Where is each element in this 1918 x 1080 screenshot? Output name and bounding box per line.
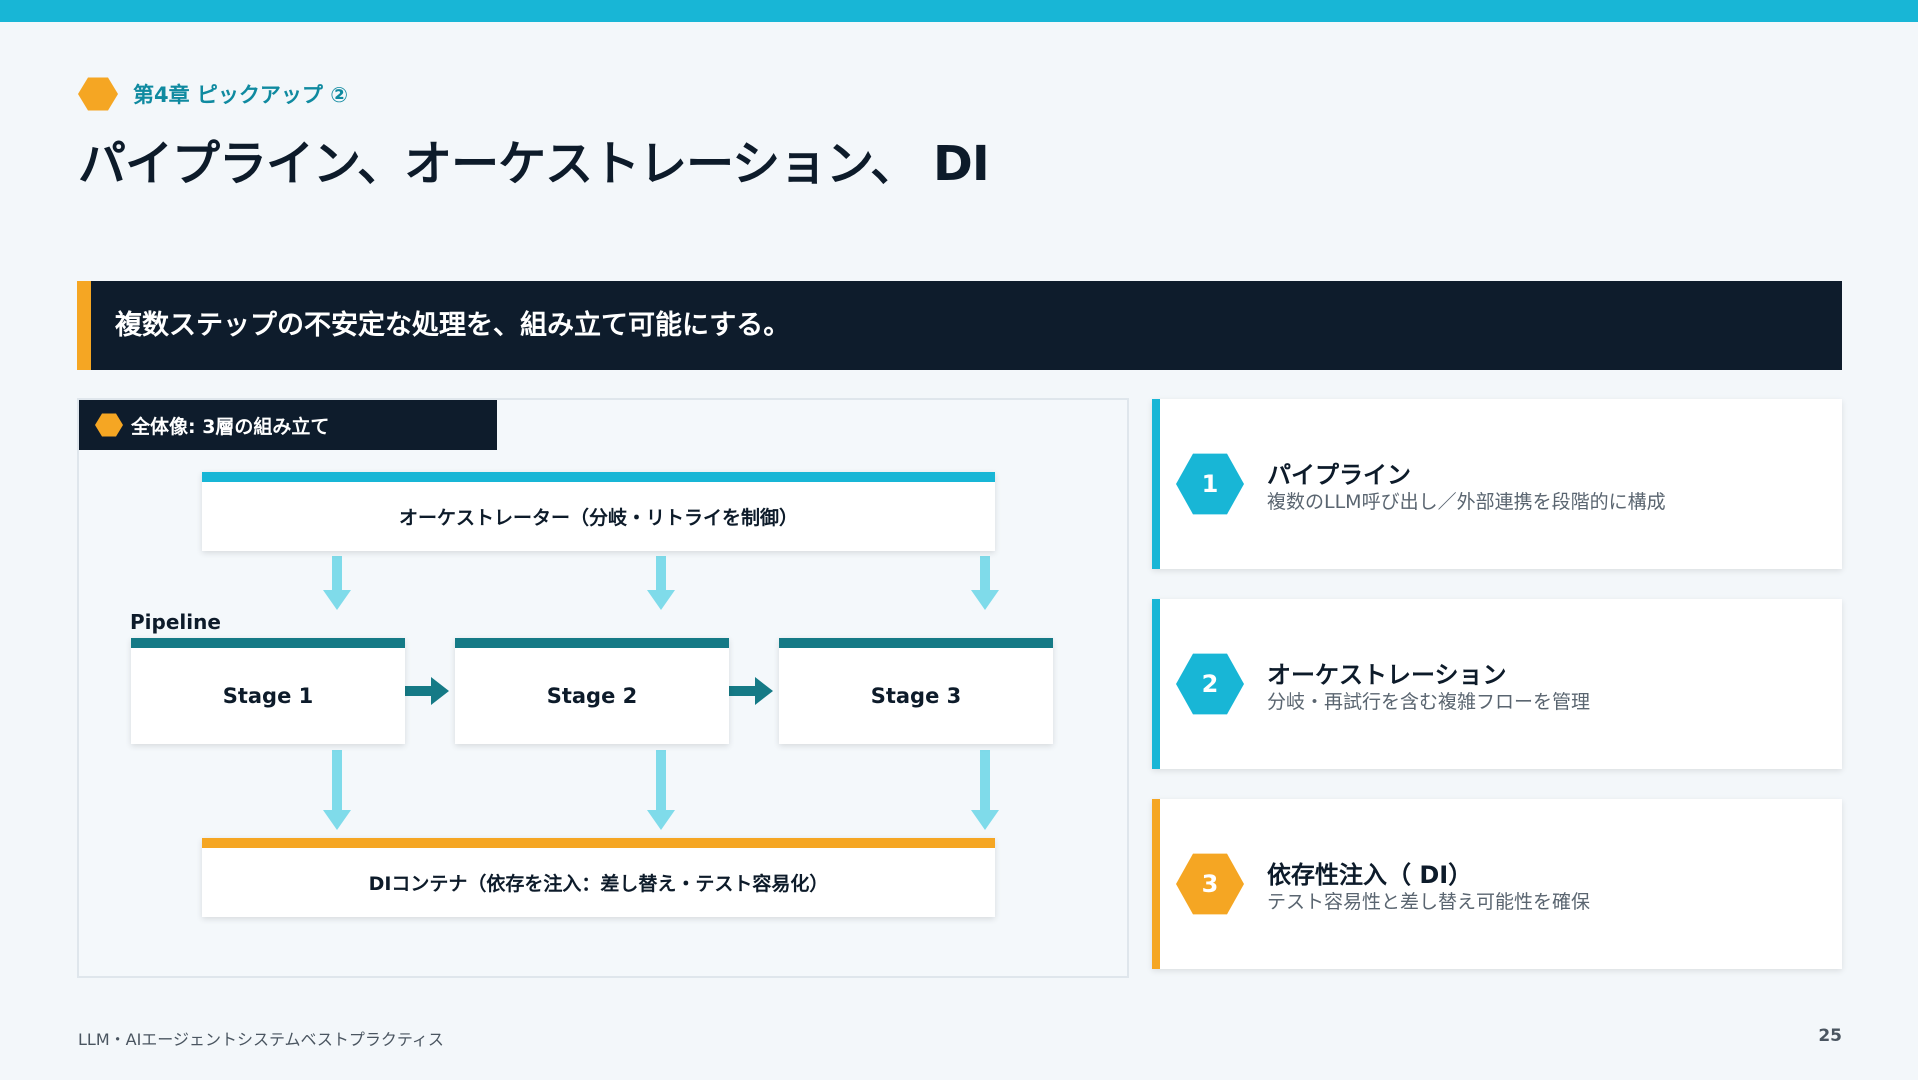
architecture-diagram: 全体像: 3層の組み立て オーケストレーター（分岐・リトライを制御） Pipel… — [77, 398, 1129, 978]
page-title: パイプライン、オーケストレーション、 DI — [78, 136, 990, 192]
number-hexagon-icon: 3 — [1176, 853, 1244, 915]
card-number: 2 — [1201, 670, 1219, 698]
number-hexagon-icon: 1 — [1176, 453, 1244, 515]
di-container-box: DIコンテナ（依存を注入：差し替え・テスト容易化） — [202, 838, 995, 917]
pipeline-label: Pipeline — [130, 610, 221, 634]
page-number: 25 — [1818, 1026, 1842, 1046]
banner-text: 複数ステップの不安定な処理を、組み立て可能にする。 — [115, 310, 791, 341]
key-message-banner: 複数ステップの不安定な処理を、組み立て可能にする。 — [77, 281, 1842, 370]
stage-label: Stage 2 — [546, 684, 638, 708]
hexagon-icon — [78, 77, 118, 111]
feature-card-orchestration: 2 オーケストレーション 分岐・再試行を含む複雑フローを管理 — [1152, 599, 1842, 769]
orchestrator-box: オーケストレーター（分岐・リトライを制御） — [202, 472, 995, 551]
stage-label: Stage 1 — [222, 684, 314, 708]
chapter-label: 第4章 ピックアップ ② — [78, 74, 348, 114]
stage-label: Stage 3 — [870, 684, 962, 708]
footer-text: LLM・AIエージェントシステムベストプラクティス — [78, 1030, 444, 1049]
number-hexagon-icon: 2 — [1176, 653, 1244, 715]
card-description: 分岐・再試行を含む複雑フローを管理 — [1267, 691, 1591, 713]
feature-card-pipeline: 1 パイプライン 複数のLLM呼び出し／外部連携を段階的に構成 — [1152, 399, 1842, 569]
chapter-text: 第4章 ピックアップ ② — [133, 83, 349, 107]
card-description: テスト容易性と差し替え可能性を確保 — [1267, 891, 1591, 913]
orchestrator-label: オーケストレーター（分岐・リトライを制御） — [398, 507, 798, 529]
card-number: 1 — [1201, 470, 1219, 498]
card-accent-bar — [1152, 799, 1160, 969]
card-title: パイプライン — [1267, 461, 1411, 489]
banner-accent — [77, 281, 91, 370]
card-accent-bar — [1152, 399, 1160, 569]
top-accent-bar — [0, 0, 1918, 22]
di-container-label: DIコンテナ（依存を注入：差し替え・テスト容易化） — [368, 873, 829, 895]
card-description: 複数のLLM呼び出し／外部連携を段階的に構成 — [1267, 491, 1666, 513]
stage-box: Stage 1 — [131, 638, 405, 744]
card-accent-bar — [1152, 599, 1160, 769]
card-number: 3 — [1201, 870, 1219, 898]
feature-card-di: 3 依存性注入（ DI） テスト容易性と差し替え可能性を確保 — [1152, 799, 1842, 969]
stage-box: Stage 3 — [779, 638, 1053, 744]
card-title: オーケストレーション — [1267, 661, 1507, 689]
card-title: 依存性注入（ DI） — [1267, 861, 1473, 889]
stage-box: Stage 2 — [455, 638, 729, 744]
